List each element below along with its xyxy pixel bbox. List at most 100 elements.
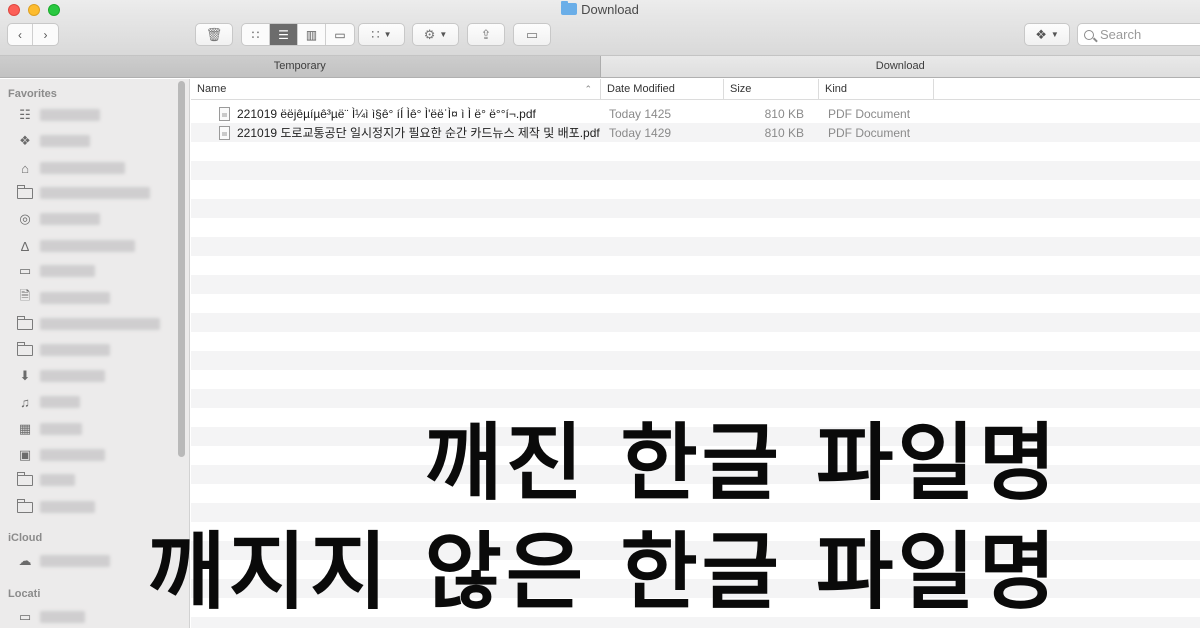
forward-button[interactable]: › (33, 24, 58, 45)
search-placeholder: Search (1100, 27, 1142, 42)
sidebar-item-label-blurred (40, 162, 125, 174)
sidebar-item-label-blurred (40, 135, 90, 147)
list-row-stripe (191, 313, 1200, 332)
dropbox-icon: ❖ (1035, 26, 1047, 42)
list-row-stripe (191, 142, 1200, 161)
column-view-button[interactable]: ▥ (298, 24, 326, 45)
sidebar-item[interactable]: ❖ (16, 131, 90, 151)
sidebar-item[interactable] (16, 314, 160, 334)
file-name-cell: 221019 도로교통공단 일시정지가 필요한 순간 카드뉴스 제작 및 배포.… (191, 124, 601, 141)
columns-icon: ▥ (305, 27, 318, 42)
file-row[interactable]: 221019 ëëjêµíµê³µë¨ Ì¼ì ì§ê° íÍ Ìê° Ì'ëë… (191, 104, 1200, 123)
file-name-cell: 221019 ëëjêµíµê³µë¨ Ì¼ì ì§ê° íÍ Ìê° Ì'ëë… (191, 106, 601, 121)
downloads-icon: ⬇ (19, 368, 31, 383)
window-title-text: Download (581, 2, 639, 17)
airdrop-icon: ◎ (19, 211, 31, 226)
file-size: 810 KB (764, 106, 804, 121)
folder-icon (17, 184, 33, 199)
documents-icon: 🗎 (19, 288, 31, 303)
column-header-name-label: Name (197, 83, 227, 95)
sidebar-item-label-blurred (40, 213, 100, 225)
tag-button[interactable]: ▭ (513, 23, 551, 46)
icon-view-button[interactable]: ∷ (242, 24, 270, 45)
tab-temporary[interactable]: Temporary (0, 56, 601, 77)
file-kind: PDF Document (828, 106, 911, 121)
file-size: 810 KB (764, 125, 804, 140)
folder-icon (17, 341, 33, 356)
folder-icon (561, 1, 578, 15)
headline-fixed-filename: 깨지지 않은 한글 파일명 (147, 523, 1060, 621)
sidebar-item[interactable]: ⬇ (16, 366, 105, 386)
file-name: 221019 ëëjêµíµê³µë¨ Ì¼ì ì§ê° íÍ Ìê° Ì'ëë… (237, 106, 536, 121)
sidebar-item-label-blurred (40, 187, 150, 199)
column-header-name[interactable]: Name ⌃ (191, 79, 601, 100)
column-header-date[interactable]: Date Modified (601, 79, 724, 100)
tab-download[interactable]: Download (600, 56, 1200, 77)
list-row-stripe (191, 370, 1200, 389)
list-row-stripe (191, 332, 1200, 351)
list-row-stripe (191, 218, 1200, 237)
file-date: Today 1425 (609, 106, 672, 121)
dropbox-button[interactable]: ❖ ▼ (1024, 23, 1070, 46)
applications-icon: ∆ (21, 238, 29, 254)
sidebar-item-label-blurred (40, 292, 110, 304)
chevron-down-icon: ▼ (1050, 30, 1059, 39)
share-icon: ⇪ (480, 26, 492, 42)
action-button[interactable]: ⚙ ▼ (412, 23, 459, 46)
sidebar-item[interactable]: ◎ (16, 209, 100, 229)
grid-icon: ∷ (251, 27, 260, 42)
window-toolbar: Download ‹ › 🗑 ∷ ☰ ▥ ▭ ∷ ▼ ⚙ ▼ ⇪ ▭ ❖ ▼ Sear… (0, 0, 1200, 56)
sidebar-item[interactable]: ⌂ (16, 158, 125, 178)
gallery-icon: ▭ (334, 27, 346, 42)
file-row[interactable]: 221019 도로교통공단 일시정지가 필요한 순간 카드뉴스 제작 및 배포.… (191, 123, 1200, 142)
gear-icon: ⚙ (423, 26, 436, 42)
file-kind: PDF Document (828, 125, 911, 140)
grid-icon: ∷ (371, 26, 380, 42)
sidebar-item[interactable] (16, 183, 150, 203)
chevron-down-icon: ▼ (439, 30, 448, 39)
list-row-stripe (191, 351, 1200, 370)
search-icon (1084, 29, 1094, 40)
sidebar-item-label-blurred (40, 109, 100, 121)
share-button[interactable]: ⇪ (467, 23, 505, 46)
sidebar-item[interactable]: ∆ (16, 236, 135, 256)
column-header-size[interactable]: Size (724, 79, 819, 100)
list-row-stripe (191, 275, 1200, 294)
sort-ascending-icon: ⌃ (584, 84, 592, 94)
list-view-button[interactable]: ☰ (270, 24, 298, 45)
sidebar-item[interactable]: ▭ (16, 261, 95, 281)
sidebar-item[interactable] (16, 340, 110, 360)
list-row-stripe (191, 180, 1200, 199)
sidebar-item-label-blurred (40, 370, 105, 382)
column-header-row: Name ⌃ Date Modified Size Kind (191, 79, 1200, 100)
chevron-down-icon: ▼ (383, 30, 392, 39)
folder-icon (17, 315, 33, 330)
gallery-view-button[interactable]: ▭ (326, 24, 354, 45)
list-row-stripe (191, 256, 1200, 275)
nav-buttons: ‹ › (7, 23, 59, 46)
sidebar-item[interactable]: 🗎 (16, 288, 110, 308)
back-button[interactable]: ‹ (8, 24, 33, 45)
list-row-stripe (191, 161, 1200, 180)
trash-button[interactable]: 🗑 (195, 23, 233, 46)
view-mode-control: ∷ ☰ ▥ ▭ (241, 23, 355, 46)
dropbox-icon: ❖ (19, 133, 31, 148)
sidebar-item-label-blurred (40, 318, 160, 330)
list-row-stripe (191, 237, 1200, 256)
desktop-icon: ▭ (18, 263, 32, 278)
window-title: Download (0, 1, 1200, 17)
file-date: Today 1429 (609, 125, 672, 140)
pdf-file-icon (219, 106, 230, 121)
list-icon: ☰ (278, 27, 289, 42)
pdf-file-icon (219, 125, 230, 140)
group-button[interactable]: ∷ ▼ (358, 23, 405, 46)
file-name: 221019 도로교통공단 일시정지가 필요한 순간 카드뉴스 제작 및 배포.… (237, 126, 600, 140)
list-row-stripe (191, 199, 1200, 218)
column-header-kind[interactable]: Kind (819, 79, 934, 100)
sidebar-header-favorites: Favorites (8, 88, 57, 100)
tag-icon: ▭ (525, 26, 539, 42)
sidebar-item[interactable]: ☷ (16, 105, 100, 125)
recents-icon: ☷ (19, 107, 31, 122)
search-field[interactable]: Search (1077, 23, 1200, 46)
trash-icon: 🗑 (205, 26, 223, 42)
